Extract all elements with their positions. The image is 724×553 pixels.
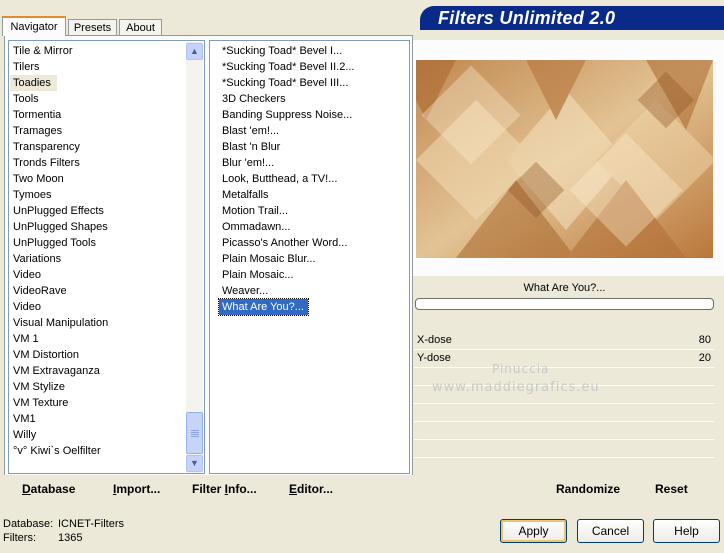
- param-row-empty: [414, 421, 714, 440]
- tab-presets[interactable]: Presets: [68, 19, 117, 36]
- filter-item[interactable]: *Sucking Toad* Bevel II.2...: [219, 59, 407, 75]
- filter-item[interactable]: Blast 'em!...: [219, 123, 407, 139]
- editor-button[interactable]: Editor...: [289, 481, 333, 497]
- watermark-line2: www.maddiegrafics.eu: [432, 380, 600, 395]
- filter-item[interactable]: Ommadawn...: [219, 219, 407, 235]
- status-filters: Filters:: [3, 532, 36, 544]
- category-item[interactable]: Visual Manipulation: [10, 315, 187, 331]
- param-row-empty: [414, 439, 714, 458]
- category-item[interactable]: Willy: [10, 427, 187, 443]
- filter-item[interactable]: What Are You?...: [218, 298, 309, 316]
- apply-button[interactable]: Apply: [500, 519, 567, 543]
- category-scrollbar[interactable]: ▲ ▼: [186, 42, 203, 473]
- param-value: 20: [698, 352, 711, 364]
- category-item[interactable]: VideoRave: [10, 283, 187, 299]
- tab-navigator[interactable]: Navigator: [2, 16, 66, 36]
- category-item[interactable]: Toadies: [10, 75, 57, 91]
- filter-info-button[interactable]: Filter Info...: [192, 481, 257, 497]
- category-item[interactable]: UnPlugged Tools: [10, 235, 187, 251]
- category-item[interactable]: VM Extravaganza: [10, 363, 187, 379]
- param-label: X-dose: [417, 334, 452, 346]
- import-button[interactable]: Import...: [113, 481, 160, 497]
- app-title: Filters Unlimited 2.0: [438, 8, 616, 28]
- category-item[interactable]: Two Moon: [10, 171, 187, 187]
- scroll-thumb[interactable]: [186, 412, 203, 454]
- category-item[interactable]: VM 1: [10, 331, 187, 347]
- chevron-down-icon: ▼: [190, 458, 199, 468]
- category-item[interactable]: UnPlugged Shapes: [10, 219, 187, 235]
- filter-item[interactable]: *Sucking Toad* Bevel III...: [219, 75, 407, 91]
- category-item[interactable]: Tormentia: [10, 107, 187, 123]
- category-item[interactable]: Variations: [10, 251, 187, 267]
- status-database-value: ICNET-Filters: [58, 518, 124, 530]
- category-item[interactable]: Video: [10, 267, 187, 283]
- category-item[interactable]: VM Stylize: [10, 379, 187, 395]
- randomize-button[interactable]: Randomize: [556, 481, 620, 497]
- category-item[interactable]: Tymoes: [10, 187, 187, 203]
- param-header: [413, 313, 724, 331]
- database-button[interactable]: Database: [22, 481, 75, 497]
- category-item[interactable]: Tools: [10, 91, 187, 107]
- filter-item[interactable]: Weaver...: [219, 283, 407, 299]
- filter-item[interactable]: Picasso's Another Word...: [219, 235, 407, 251]
- filter-list[interactable]: *Sucking Toad* Bevel I... *Sucking Toad* …: [209, 40, 410, 474]
- category-item[interactable]: Video: [10, 299, 187, 315]
- filter-item[interactable]: Banding Suppress Noise...: [219, 107, 407, 123]
- tab-about[interactable]: About: [119, 19, 162, 36]
- param-label: Y-dose: [417, 352, 451, 364]
- category-item[interactable]: UnPlugged Effects: [10, 203, 187, 219]
- category-item[interactable]: Tronds Filters: [10, 155, 187, 171]
- filter-item[interactable]: Blur 'em!...: [219, 155, 407, 171]
- scroll-down-button[interactable]: ▼: [186, 455, 203, 472]
- category-item[interactable]: VM1: [10, 411, 187, 427]
- filter-item[interactable]: *Sucking Toad* Bevel I...: [219, 43, 407, 59]
- category-item[interactable]: Tilers: [10, 59, 187, 75]
- preview-pattern: [416, 60, 713, 258]
- help-button[interactable]: Help: [653, 519, 720, 543]
- cancel-button[interactable]: Cancel: [577, 519, 644, 543]
- category-list[interactable]: Tile & Mirror Tilers Toadies Tools Tormentia…: [8, 40, 205, 474]
- param-row-empty: [414, 457, 714, 476]
- category-item[interactable]: Tramages: [10, 123, 187, 139]
- preview-image: [416, 60, 713, 258]
- category-item[interactable]: Tile & Mirror: [10, 43, 187, 59]
- param-row-empty: [414, 403, 714, 422]
- status-filters-value: 1365: [58, 532, 83, 544]
- chevron-up-icon: ▲: [190, 46, 199, 56]
- watermark-line1: Pinuccia: [492, 362, 550, 376]
- status-database: Database:: [3, 518, 54, 530]
- category-item[interactable]: °v° Kiwi`s Oelfilter: [10, 443, 187, 459]
- scroll-up-button[interactable]: ▲: [186, 43, 203, 60]
- filter-item[interactable]: Plain Mosaic...: [219, 267, 407, 283]
- filter-item[interactable]: Look, Butthead, a TV!...: [219, 171, 407, 187]
- filter-item[interactable]: Plain Mosaic Blur...: [219, 251, 407, 267]
- category-item[interactable]: VM Distortion: [10, 347, 187, 363]
- filter-item[interactable]: 3D Checkers: [219, 91, 407, 107]
- reset-button[interactable]: Reset: [655, 481, 688, 497]
- preview-caption: What Are You?...: [523, 282, 606, 294]
- filter-item[interactable]: Metalfalls: [219, 187, 407, 203]
- progress-bar: [415, 298, 714, 310]
- param-row-x-dose[interactable]: X-dose 80: [414, 331, 714, 350]
- param-value: 80: [698, 334, 711, 346]
- filter-item[interactable]: Motion Trail...: [219, 203, 407, 219]
- filter-item[interactable]: Blast 'n Blur: [219, 139, 407, 155]
- category-item[interactable]: VM Texture: [10, 395, 187, 411]
- category-item[interactable]: Transparency: [10, 139, 187, 155]
